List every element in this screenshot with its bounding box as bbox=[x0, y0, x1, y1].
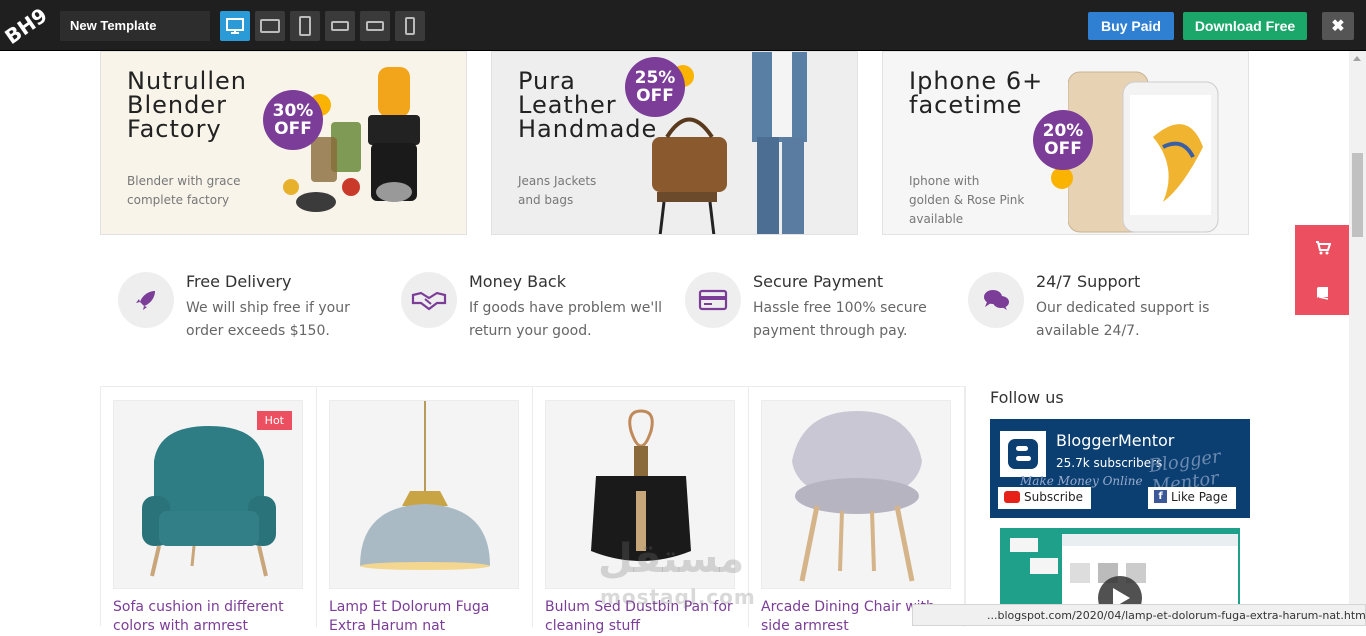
product-image[interactable]: Hot bbox=[113, 400, 303, 589]
product-card[interactable]: Arcade Dining Chair with side armrest bbox=[749, 387, 965, 634]
product-image[interactable] bbox=[761, 400, 951, 589]
channel-name: BloggerMentor bbox=[1056, 431, 1175, 450]
scrollbar-thumb[interactable] bbox=[1352, 153, 1363, 237]
book-icon bbox=[1316, 286, 1328, 300]
feature-support: 24/7 Support Our dedicated support is av… bbox=[968, 270, 1238, 350]
discount-badge: 25% OFF bbox=[625, 57, 685, 117]
scroll-up-arrow-icon[interactable] bbox=[1353, 56, 1361, 61]
subscribe-button[interactable]: Subscribe bbox=[998, 487, 1091, 509]
banner-description: Iphone with golden & Rose Pink available bbox=[909, 174, 1025, 226]
watermark-latin: mostaql.com bbox=[600, 585, 756, 609]
tablet-portrait-view-button[interactable] bbox=[290, 11, 320, 41]
facebook-icon: f bbox=[1154, 490, 1167, 503]
feature-description: Our dedicated support is available 24/7. bbox=[1036, 300, 1210, 339]
handshake-icon bbox=[401, 272, 457, 328]
status-url-tooltip: ...blogspot.com/2020/04/lamp-et-dolorum-… bbox=[912, 604, 1366, 626]
tablet-portrait-icon bbox=[299, 16, 311, 36]
top-toolbar: BH9 New Template Buy Paid Download Free … bbox=[0, 0, 1366, 51]
tablet-landscape-view-button[interactable] bbox=[255, 11, 285, 41]
small-landscape-view-button[interactable] bbox=[360, 11, 390, 41]
youtube-channel-card[interactable]: BloggerMentor 25.7k subscribers Blogger … bbox=[990, 419, 1250, 518]
promo-banner-iphone[interactable]: Iphone 6+ facetime Iphone with golden & … bbox=[882, 51, 1249, 235]
chat-icon bbox=[968, 272, 1024, 328]
buy-paid-button[interactable]: Buy Paid bbox=[1088, 12, 1174, 40]
feature-title: Money Back bbox=[469, 272, 566, 291]
banner-description: Blender with grace complete factory bbox=[127, 174, 241, 207]
like-page-label: Like Page bbox=[1171, 490, 1228, 504]
hot-badge: Hot bbox=[256, 411, 292, 430]
cart-icon bbox=[1315, 240, 1331, 254]
channel-tagline: Make Money Online bbox=[1020, 474, 1143, 488]
follow-us-heading: Follow us bbox=[990, 388, 1064, 407]
feature-description: If goods have problem we'll return your … bbox=[469, 300, 663, 339]
feature-description: We will ship free if your order exceeds … bbox=[186, 300, 350, 339]
product-card[interactable]: Lamp Et Dolorum Fuga Extra Harum nat bbox=[317, 387, 533, 634]
feature-description: Hassle free 100% secure payment through … bbox=[753, 300, 927, 339]
template-name-field[interactable]: New Template bbox=[60, 11, 210, 41]
promo-banner-leather[interactable]: Pura Leather Handmade Jeans Jackets and … bbox=[491, 51, 858, 235]
phone-landscape-icon bbox=[331, 21, 349, 31]
download-free-button[interactable]: Download Free bbox=[1183, 12, 1307, 40]
watermark-arabic: مستقل bbox=[598, 536, 745, 582]
blogger-logo-icon bbox=[998, 429, 1048, 479]
discount-badge: 30% OFF bbox=[263, 90, 323, 150]
subscribe-label: Subscribe bbox=[1024, 490, 1083, 504]
discount-off: OFF bbox=[274, 119, 312, 139]
close-button[interactable]: ✖ bbox=[1322, 12, 1354, 40]
discount-percent: 30% bbox=[272, 101, 314, 121]
vertical-scrollbar[interactable] bbox=[1349, 51, 1366, 626]
discount-percent: 20% bbox=[1042, 121, 1084, 141]
pendant-lamp-image bbox=[360, 401, 490, 570]
rocket-icon bbox=[118, 272, 174, 328]
product-card[interactable]: Hot Sofa cushion in different colors wit… bbox=[101, 387, 317, 634]
youtube-icon bbox=[1004, 491, 1020, 503]
tablet-landscape-icon bbox=[260, 19, 280, 33]
feature-title: Free Delivery bbox=[186, 272, 292, 291]
feature-money-back: Money Back If goods have problem we'll r… bbox=[401, 270, 671, 350]
feature-title: 24/7 Support bbox=[1036, 272, 1141, 291]
badge-accent-dot bbox=[1051, 167, 1073, 189]
product-image[interactable] bbox=[329, 400, 519, 589]
desktop-icon bbox=[226, 18, 244, 34]
discount-badge: 20% OFF bbox=[1033, 110, 1093, 170]
like-page-button[interactable]: f Like Page bbox=[1148, 487, 1236, 509]
phone-portrait-icon bbox=[405, 17, 415, 35]
small-landscape-icon bbox=[366, 21, 384, 31]
phone-landscape-view-button[interactable] bbox=[325, 11, 355, 41]
dining-chair-image bbox=[792, 411, 922, 582]
credit-card-icon bbox=[685, 272, 741, 328]
phone-portrait-view-button[interactable] bbox=[395, 11, 425, 41]
book-button[interactable] bbox=[1295, 270, 1350, 315]
discount-off: OFF bbox=[1044, 139, 1082, 159]
desktop-view-button[interactable] bbox=[220, 11, 250, 41]
feature-free-delivery: Free Delivery We will ship free if your … bbox=[118, 270, 388, 350]
cart-button[interactable] bbox=[1295, 225, 1350, 270]
logo: BH9 bbox=[0, 3, 52, 49]
discount-percent: 25% bbox=[634, 68, 676, 88]
product-name[interactable]: Lamp Et Dolorum Fuga Extra Harum nat bbox=[329, 598, 529, 636]
iphone-image bbox=[1068, 71, 1219, 233]
product-grid: Hot Sofa cushion in different colors wit… bbox=[100, 386, 966, 634]
discount-off: OFF bbox=[636, 86, 674, 106]
product-name[interactable]: Sofa cushion in different colors with ar… bbox=[113, 598, 313, 636]
promo-banner-blender[interactable]: Nutrullen Blender Factory Blender with g… bbox=[100, 51, 467, 235]
subscriber-count: 25.7k subscribers bbox=[1056, 456, 1163, 470]
feature-secure-payment: Secure Payment Hassle free 100% secure p… bbox=[685, 270, 955, 350]
feature-title: Secure Payment bbox=[753, 272, 884, 291]
